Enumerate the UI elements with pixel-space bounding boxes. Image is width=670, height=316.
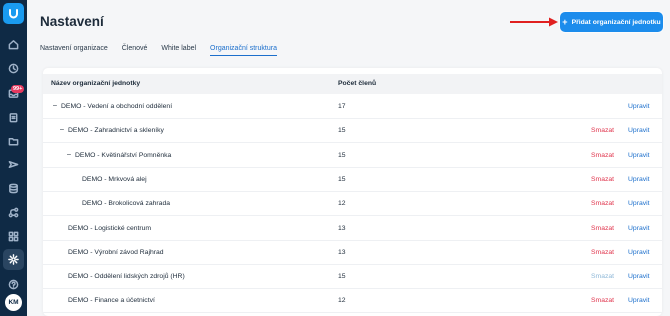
delete-link[interactable]: Smazat — [591, 273, 614, 280]
member-count: 15 — [338, 175, 346, 183]
app-logo[interactable] — [3, 3, 24, 24]
edit-link[interactable]: Upravit — [628, 127, 650, 134]
clock-icon[interactable] — [6, 61, 21, 76]
delete-link[interactable]: Smazat — [591, 152, 614, 159]
member-count: 17 — [338, 103, 346, 110]
delete-link[interactable]: Smazat — [591, 249, 614, 256]
settings-tabs: Nastavení organizace Členové White label… — [40, 44, 277, 56]
delete-link[interactable]: Smazat — [591, 176, 614, 183]
org-structure-table: Název organizační jednotky Počet členů –… — [43, 68, 662, 316]
edit-link[interactable]: Upravit — [628, 200, 650, 207]
column-header-count: Počet členů — [338, 80, 377, 87]
database-icon[interactable] — [6, 181, 21, 196]
edit-link[interactable]: Upravit — [628, 297, 650, 304]
collapse-toggle[interactable]: – — [60, 126, 64, 133]
send-icon[interactable] — [6, 157, 21, 172]
member-count: 15 — [338, 273, 346, 281]
red-arrow-annotation — [510, 17, 558, 27]
unit-name: DEMO - Zahradnictví a skleníky — [68, 127, 164, 135]
edit-link[interactable]: Upravit — [628, 249, 650, 256]
table-row: DEMO - Finance a účetnictví 12 Smazat Uprav… — [43, 289, 662, 314]
unit-name: DEMO - Mrkvová alej — [82, 175, 147, 183]
table-row: DEMO - Mrkvová alej 15 Smazat Upravit — [43, 168, 662, 192]
tab-members[interactable]: Členové — [122, 44, 148, 56]
home-icon[interactable] — [6, 37, 21, 52]
add-unit-button-label: Přidat organizační jednotku — [571, 18, 661, 26]
unit-name: DEMO - Brokolicová zahrada — [82, 200, 171, 208]
main-content: Nastavení + Přidat organizační jednotku … — [27, 0, 670, 316]
collapse-toggle[interactable]: – — [67, 151, 71, 158]
page-title: Nastavení — [40, 14, 104, 29]
table-row: – DEMO - Zahradnictví a skleníky 15 Smazat U… — [43, 119, 662, 144]
unit-name: DEMO - Oddělení lidských zdrojů (HR) — [68, 273, 185, 281]
delete-link[interactable]: Smazat — [591, 200, 614, 207]
edit-link[interactable]: Upravit — [628, 225, 650, 232]
tab-org-structure[interactable]: Organizační struktura — [210, 44, 277, 56]
member-count: 13 — [338, 248, 346, 256]
clipboard-icon[interactable] — [6, 110, 21, 125]
tab-organization-settings[interactable]: Nastavení organizace — [40, 44, 108, 56]
delete-link[interactable]: Smazat — [591, 297, 614, 304]
edit-link[interactable]: Upravit — [628, 152, 650, 159]
unit-name: DEMO - Vedení a obchodní oddělení — [61, 103, 173, 110]
delete-link[interactable]: Smazat — [591, 225, 614, 232]
table-row: – DEMO - Květinářství Pomněnka 15 Smazat Upr… — [43, 144, 662, 168]
unit-name: DEMO - Finance a účetnictví — [68, 297, 155, 305]
unit-name: DEMO - Výrobní závod Rajhrad — [68, 248, 164, 256]
table-row: DEMO - Výrobní závod Rajhrad 13 Smazat Upra… — [43, 241, 662, 265]
member-count: 15 — [338, 151, 346, 159]
table-row: DEMO - Oddělení lidských zdrojů (HR) 15 Sm… — [43, 265, 662, 290]
member-count: 13 — [338, 224, 346, 232]
table-header: Název organizační jednotky Počet členů — [43, 74, 662, 94]
delete-link[interactable]: Smazat — [591, 127, 614, 134]
edit-link[interactable]: Upravit — [628, 103, 650, 110]
column-header-name: Název organizační jednotky — [51, 80, 141, 87]
add-unit-button[interactable]: + Přidat organizační jednotku — [560, 12, 663, 32]
edit-link[interactable]: Upravit — [628, 273, 650, 280]
gear-icon[interactable] — [3, 249, 24, 270]
hierarchy-icon[interactable] — [6, 205, 21, 220]
table-row: DEMO - Brokolicová zahrada 12 Smazat Upravi… — [43, 192, 662, 217]
grid-icon[interactable] — [6, 229, 21, 244]
edit-link[interactable]: Upravit — [628, 176, 650, 183]
member-count: 12 — [338, 297, 346, 305]
collapse-toggle[interactable]: – — [53, 102, 57, 109]
tab-white-label[interactable]: White label — [161, 44, 196, 56]
sidebar: 99+ KM — [0, 0, 27, 316]
member-count: 15 — [338, 127, 346, 135]
plus-icon: + — [562, 16, 568, 27]
table-row: – DEMO - Vedení a obchodní oddělení 17 Upra… — [43, 95, 662, 119]
unit-name: DEMO - Logistické centrum — [68, 224, 152, 232]
notification-badge: 99+ — [11, 85, 25, 93]
table-row: DEMO - Logistické centrum 13 Smazat Upravit — [43, 217, 662, 241]
unit-name: DEMO - Květinářství Pomněnka — [75, 151, 172, 159]
user-avatar[interactable]: KM — [4, 293, 23, 312]
help-icon[interactable] — [6, 277, 21, 292]
member-count: 12 — [338, 200, 346, 208]
folder-icon[interactable] — [6, 134, 21, 149]
